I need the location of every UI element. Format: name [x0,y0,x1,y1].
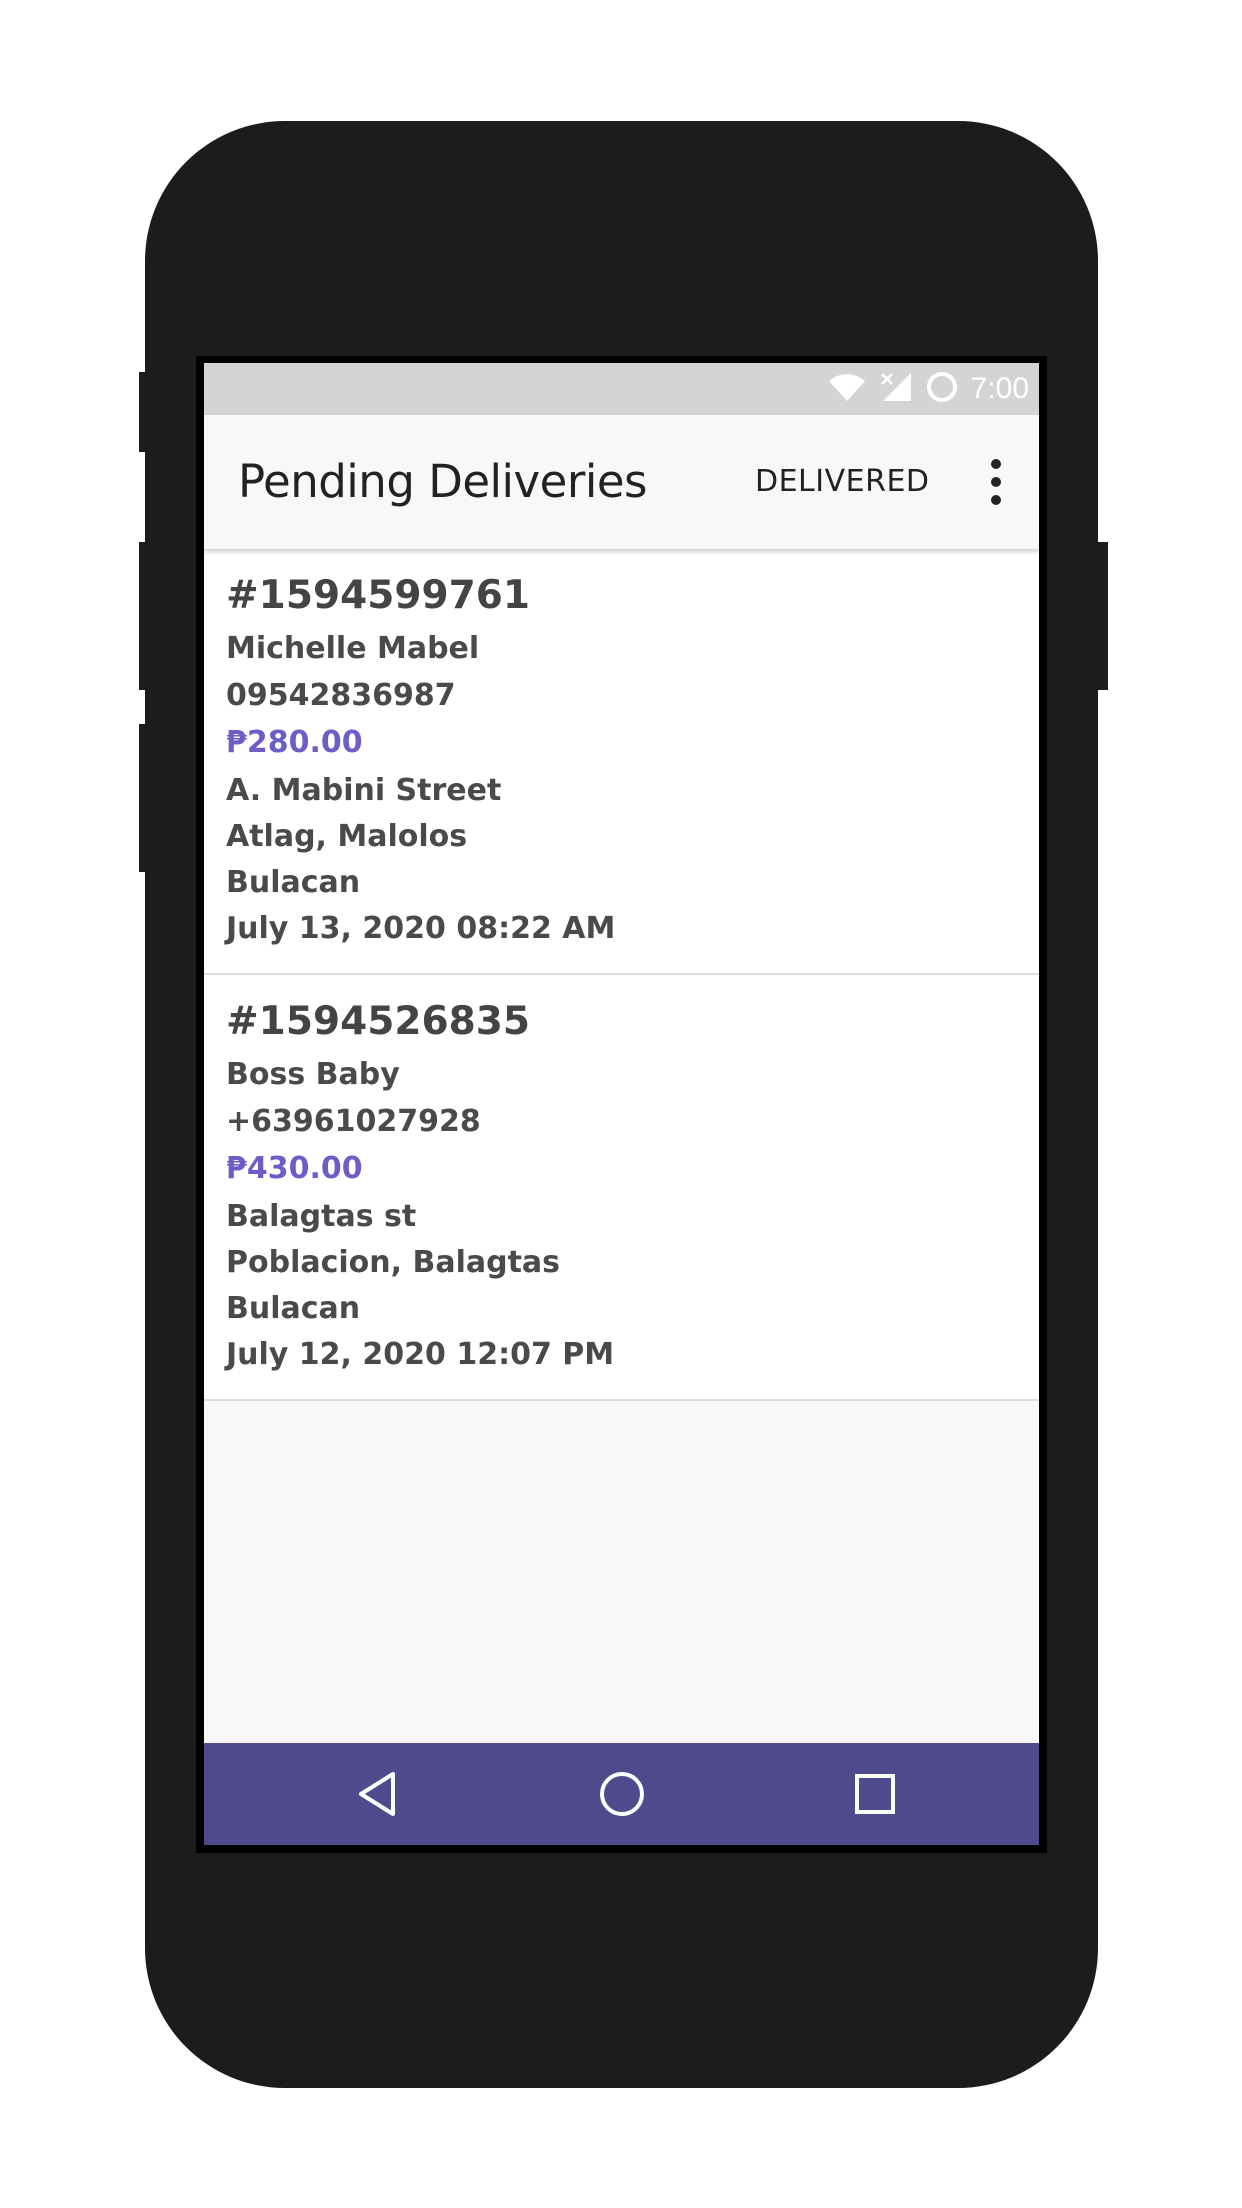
app-bar: Pending Deliveries DELIVERED [204,415,1039,549]
address-barangay-city: Poblacion, Balagtas [226,1245,561,1280]
back-icon[interactable] [317,1743,437,1845]
status-time: 7:00 [970,372,1029,405]
customer-phone: 09542836987 [226,678,456,713]
address-barangay-city: Atlag, Malolos [226,819,468,854]
wifi-icon [827,371,867,408]
customer-name: Boss Baby [226,1057,400,1092]
side-button-left-3 [139,724,149,872]
status-bar: 7:00 [204,363,1039,415]
address-province: Bulacan [226,1291,361,1326]
overflow-dot [991,495,1001,505]
order-datetime: July 13, 2020 08:22 AM [226,911,616,946]
recents-icon[interactable] [815,1743,935,1845]
overflow-dot [991,459,1001,469]
order-id: #1594599761 [226,573,531,618]
system-nav-bar [204,1743,1039,1845]
side-button-right [1098,542,1108,690]
order-amount: ₱430.00 [226,1151,363,1186]
battery-icon [925,370,959,409]
side-button-left-2 [139,542,149,690]
order-amount: ₱280.00 [226,725,363,760]
order-datetime: July 12, 2020 12:07 PM [226,1337,615,1372]
status-icons: 7:00 [827,363,1029,415]
delivered-button[interactable]: DELIVERED [755,415,930,549]
more-vertical-icon[interactable] [976,459,1016,505]
home-icon[interactable] [562,1743,682,1845]
phone-screen: 7:00 Pending Deliveries DELIVERED #15945… [204,363,1039,1845]
order-id: #1594526835 [226,999,531,1044]
delivery-card[interactable]: #1594599761 Michelle Mabel 09542836987 ₱… [204,549,1039,975]
address-street: Balagtas st [226,1199,417,1234]
side-button-left-1 [139,372,149,452]
delivery-list: #1594599761 Michelle Mabel 09542836987 ₱… [204,549,1039,1401]
cell-signal-icon [879,371,913,408]
address-street: A. Mabini Street [226,773,502,808]
overflow-dot [991,477,1001,487]
page-title: Pending Deliveries [238,455,648,508]
delivery-card[interactable]: #1594526835 Boss Baby +63961027928 ₱430.… [204,975,1039,1401]
customer-name: Michelle Mabel [226,631,480,666]
address-province: Bulacan [226,865,361,900]
customer-phone: +63961027928 [226,1104,481,1139]
